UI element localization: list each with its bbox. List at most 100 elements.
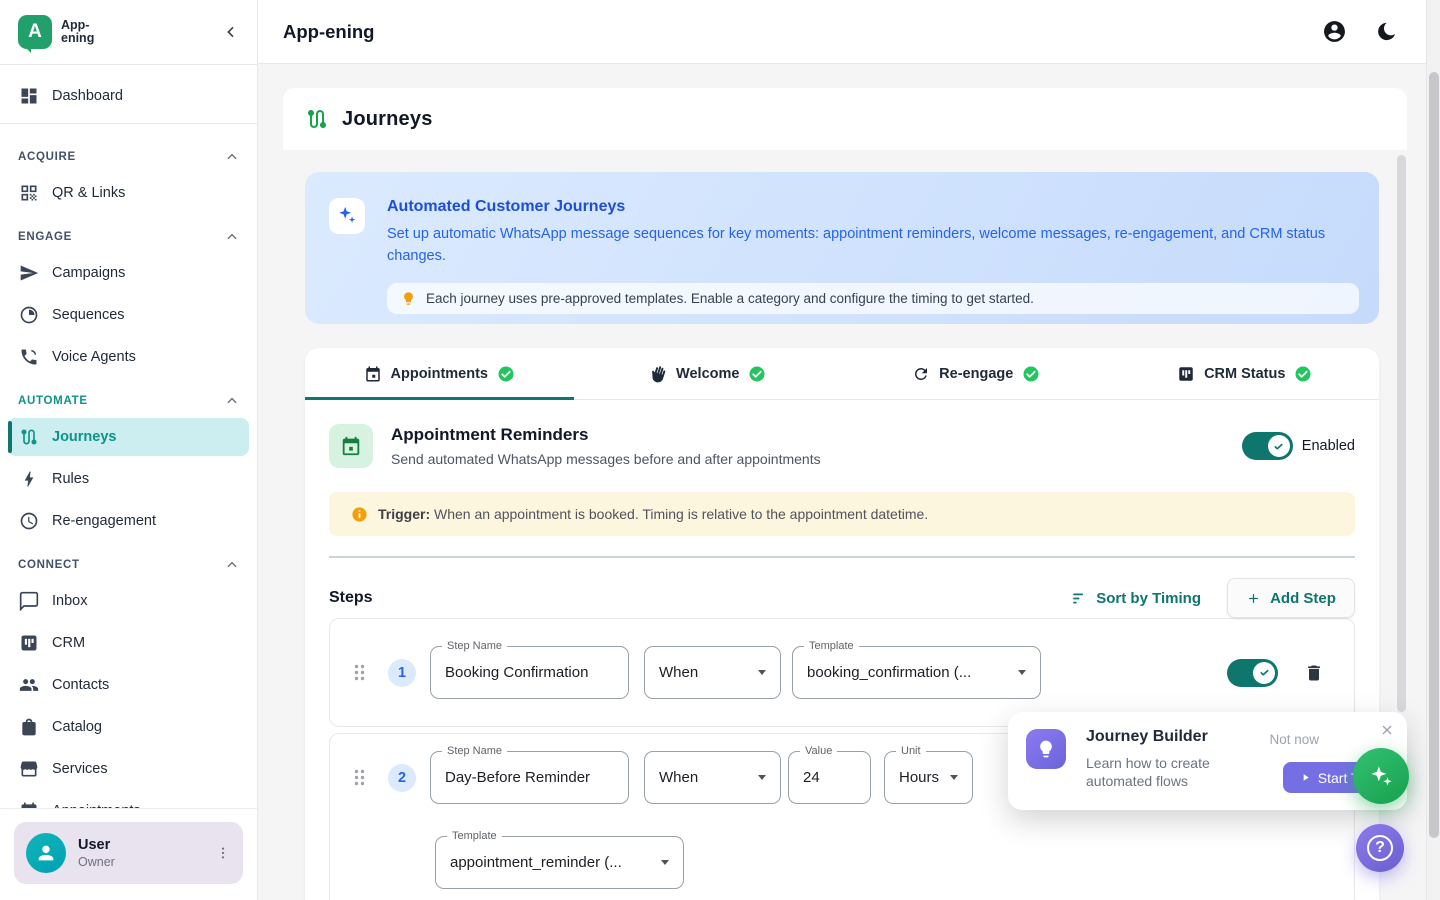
- play-icon: [1300, 772, 1311, 783]
- unit-select[interactable]: Unit Hours: [884, 751, 973, 804]
- ai-assistant-fab[interactable]: [1353, 748, 1409, 804]
- chevron-down-icon: [661, 860, 669, 865]
- account-icon[interactable]: [1322, 19, 1347, 44]
- sidebar-logo-row: A App- ening: [0, 0, 257, 64]
- calendar-icon: [19, 801, 39, 808]
- user-card[interactable]: User Owner: [14, 822, 243, 884]
- section-engage[interactable]: ENGAGE: [0, 212, 257, 250]
- sidebar-item-inbox[interactable]: Inbox: [8, 582, 249, 620]
- template-select[interactable]: Template appointment_reminder (...: [435, 836, 684, 889]
- not-now-button[interactable]: Not now: [1269, 732, 1319, 747]
- route-icon: [305, 107, 329, 131]
- delete-step-button[interactable]: [1304, 663, 1324, 683]
- sidebar-item-crm[interactable]: CRM: [8, 624, 249, 662]
- reminders-header: Appointment Reminders Send automated Wha…: [329, 424, 1355, 468]
- close-icon[interactable]: [1379, 722, 1395, 738]
- steps-header: Steps Sort by Timing Add Step: [329, 578, 1355, 618]
- when-select[interactable]: When: [644, 751, 781, 804]
- sidebar: A App- ening Dashboard ACQUIRE QR & Link…: [0, 0, 258, 900]
- lightning-icon: [19, 469, 39, 489]
- add-step-button[interactable]: Add Step: [1227, 578, 1355, 618]
- waving-hand-icon: [647, 362, 670, 385]
- user-menu-button[interactable]: [215, 845, 231, 861]
- sidebar-nav: Dashboard ACQUIRE QR & Links ENGAGE Camp…: [0, 64, 257, 808]
- check-badge-icon: [497, 365, 515, 383]
- sidebar-item-services[interactable]: Services: [8, 750, 249, 788]
- step-number-badge: 1: [388, 659, 416, 687]
- step-enabled-toggle[interactable]: [1227, 659, 1278, 687]
- info-icon: [351, 506, 368, 523]
- chevron-up-icon: [225, 230, 239, 244]
- sort-by-timing-button[interactable]: Sort by Timing: [1071, 590, 1201, 607]
- sidebar-item-journeys[interactable]: Journeys: [8, 418, 249, 456]
- section-automate[interactable]: AUTOMATE: [0, 376, 257, 414]
- sidebar-footer: User Owner: [0, 808, 257, 900]
- qr-code-icon: [19, 183, 39, 203]
- section-connect[interactable]: CONNECT: [0, 540, 257, 578]
- sidebar-item-reengagement[interactable]: Re-engagement: [8, 502, 249, 540]
- drag-handle-icon[interactable]: [354, 664, 365, 681]
- trigger-banner: Trigger: When an appointment is booked. …: [329, 492, 1355, 536]
- people-icon: [19, 675, 39, 695]
- step-name-input[interactable]: Step Name: [430, 646, 629, 699]
- sparkles-icon: [1368, 763, 1394, 789]
- check-badge-icon: [1294, 365, 1312, 383]
- calendar-icon: [364, 365, 382, 383]
- drag-handle-icon[interactable]: [354, 769, 365, 786]
- toggle-knob: [1268, 435, 1290, 457]
- banner-note: Each journey uses pre-approved templates…: [387, 283, 1359, 314]
- popup-title: Journey Builder: [1086, 728, 1208, 746]
- section-acquire[interactable]: ACQUIRE: [0, 132, 257, 170]
- sidebar-item-catalog[interactable]: Catalog: [8, 708, 249, 746]
- sidebar-item-contacts[interactable]: Contacts: [8, 666, 249, 704]
- top-header: App-ening: [258, 0, 1440, 64]
- divider: [0, 123, 257, 124]
- sidebar-item-campaigns[interactable]: Campaigns: [8, 254, 249, 292]
- enabled-label: Enabled: [1302, 438, 1355, 454]
- template-select[interactable]: Template booking_confirmation (...: [792, 646, 1041, 699]
- sidebar-item-appointments[interactable]: Appointments: [8, 792, 249, 808]
- page-scrollbar[interactable]: [1426, 0, 1440, 900]
- plus-icon: [1246, 591, 1261, 606]
- sidebar-item-dashboard[interactable]: Dashboard: [8, 77, 249, 115]
- tab-crm-status[interactable]: CRM Status: [1111, 348, 1380, 399]
- sidebar-item-voice-agents[interactable]: Voice Agents: [8, 338, 249, 376]
- content-scrollbar-thumb[interactable]: [1397, 155, 1406, 712]
- sidebar-item-rules[interactable]: Rules: [8, 460, 249, 498]
- dark-mode-moon-icon[interactable]: [1375, 20, 1398, 43]
- toggle-knob: [1253, 662, 1275, 684]
- chevron-down-icon: [1018, 670, 1026, 675]
- page-scrollbar-thumb[interactable]: [1429, 72, 1439, 838]
- enabled-toggle[interactable]: [1242, 432, 1293, 460]
- sort-icon: [1071, 590, 1088, 607]
- sparkles-icon: [329, 198, 365, 234]
- step-name-input[interactable]: Step Name: [430, 751, 629, 804]
- step-row-1: 1 Step Name When Template booking_confir…: [329, 618, 1355, 727]
- app-logo-icon: A: [18, 15, 52, 49]
- sidebar-item-qr-links[interactable]: QR & Links: [8, 174, 249, 212]
- app-logo-text: App- ening: [61, 19, 94, 45]
- route-icon: [19, 427, 39, 447]
- chevron-up-icon: [225, 558, 239, 572]
- page-title-band: Journeys: [283, 88, 1407, 150]
- tab-appointments[interactable]: Appointments: [305, 348, 574, 399]
- tab-welcome[interactable]: Welcome: [574, 348, 843, 399]
- user-role: Owner: [78, 855, 115, 869]
- phone-icon: [19, 347, 39, 367]
- person-icon: [35, 842, 57, 864]
- shopping-bag-icon: [19, 717, 39, 737]
- tab-reengage[interactable]: Re-engage: [842, 348, 1111, 399]
- reminders-subtitle: Send automated WhatsApp messages before …: [391, 451, 821, 467]
- user-avatar: [26, 833, 66, 873]
- value-input[interactable]: Value: [788, 751, 871, 804]
- chevron-up-icon: [225, 394, 239, 408]
- chevron-down-icon: [758, 670, 766, 675]
- banner-title: Automated Customer Journeys: [387, 198, 1359, 216]
- help-fab[interactable]: ?: [1356, 824, 1404, 872]
- sidebar-item-sequences[interactable]: Sequences: [8, 296, 249, 334]
- when-select[interactable]: When: [644, 646, 781, 699]
- chevron-up-icon: [225, 150, 239, 164]
- sidebar-collapse-button[interactable]: [223, 24, 239, 40]
- banner-description: Set up automatic WhatsApp message sequen…: [387, 224, 1355, 268]
- clock-icon: [19, 511, 39, 531]
